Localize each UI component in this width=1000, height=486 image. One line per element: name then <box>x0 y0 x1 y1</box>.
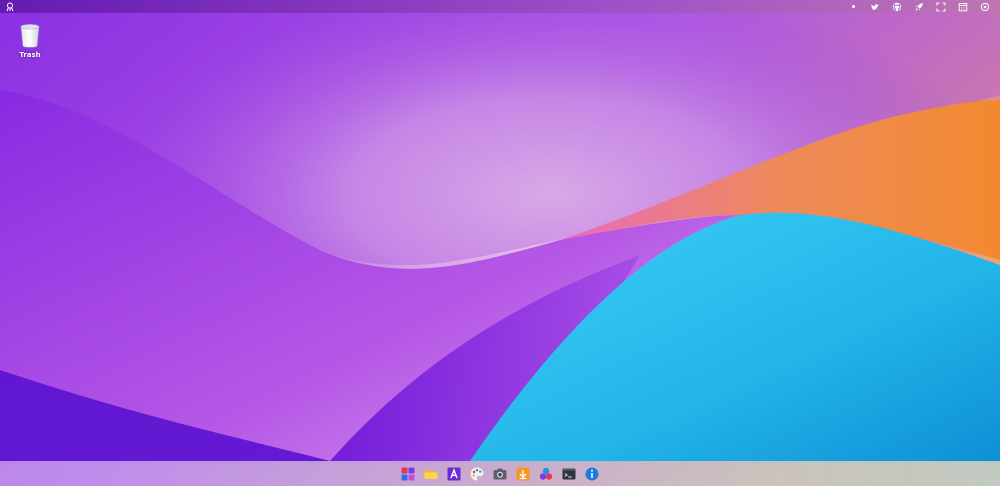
taskbar-dock <box>0 461 1000 486</box>
settings-icon[interactable] <box>974 0 996 13</box>
fullscreen-icon[interactable] <box>930 0 952 13</box>
file-manager-icon[interactable] <box>423 466 439 482</box>
paint-icon[interactable] <box>469 466 485 482</box>
text-editor-icon[interactable] <box>446 466 462 482</box>
rocket-icon[interactable] <box>908 0 930 13</box>
twitter-icon[interactable] <box>864 0 886 13</box>
desktop-icon-trash[interactable]: Trash <box>11 23 49 59</box>
app-menu-logo-icon[interactable] <box>4 0 16 13</box>
calendar-icon[interactable] <box>952 0 974 13</box>
desktop-wallpaper <box>0 0 1000 486</box>
top-panel <box>0 0 1000 13</box>
start-menu-icon[interactable] <box>400 466 416 482</box>
github-icon[interactable] <box>886 0 908 13</box>
trash-bin-icon <box>20 24 40 48</box>
terminal-icon[interactable] <box>561 466 577 482</box>
status-dot-icon[interactable] <box>842 5 864 8</box>
camera-icon[interactable] <box>492 466 508 482</box>
about-info-icon[interactable] <box>584 466 600 482</box>
download-icon[interactable] <box>515 466 531 482</box>
apps-icon[interactable] <box>538 466 554 482</box>
desktop-icon-label: Trash <box>19 51 41 59</box>
